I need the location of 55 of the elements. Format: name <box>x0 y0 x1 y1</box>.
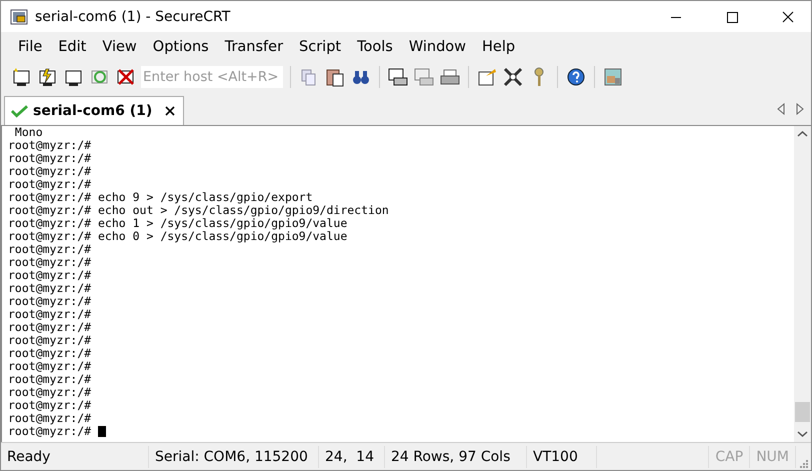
session-tab[interactable]: serial-com6 (1) <box>4 96 184 125</box>
scroll-left-icon[interactable] <box>777 103 785 115</box>
terminal-line: root@myzr:/# <box>8 425 92 438</box>
menu-item[interactable]: Window <box>400 38 474 54</box>
terminal-line: root@myzr:/# <box>8 321 92 334</box>
scroll-right-icon[interactable] <box>796 103 804 115</box>
terminal-line: root@myzr:/# <box>8 386 92 399</box>
menu-item[interactable]: File <box>10 38 50 54</box>
session-options-icon[interactable] <box>476 66 498 88</box>
terminal-line: root@myzr:/# <box>8 347 92 360</box>
terminal-line: root@myzr:/# <box>8 256 92 269</box>
terminal-line: root@myzr:/# <box>8 165 92 178</box>
terminal-line: root@myzr:/# <box>8 282 92 295</box>
terminal-line: root@myzr:/# echo 1 > /sys/class/gpio/gpio9/value <box>8 217 348 230</box>
terminal-line: root@myzr:/# <box>8 139 92 152</box>
status-field: Serial: COM6, 115200 <box>149 446 319 468</box>
terminal-line: root@myzr:/# <box>8 399 92 412</box>
menu-item[interactable]: Options <box>144 38 217 54</box>
tab-label: serial-com6 (1) <box>33 103 152 119</box>
terminal-line: root@myzr:/# <box>8 295 92 308</box>
menu-item[interactable]: Edit <box>50 38 94 54</box>
close-icon[interactable] <box>165 106 176 116</box>
terminal-line: root@myzr:/# echo 0 > /sys/class/gpio/gpio9/value <box>8 230 348 243</box>
terminal-line: root@myzr:/# <box>8 243 92 256</box>
terminal-line: root@myzr:/# <box>8 373 92 386</box>
menu-item[interactable]: Tools <box>349 38 401 54</box>
scroll-thumb[interactable] <box>795 402 810 422</box>
host-field[interactable]: Enter host <Alt+R> <box>141 66 283 88</box>
app-icon <box>10 8 28 24</box>
status-field: 24, 14 <box>319 446 385 468</box>
menu-item[interactable]: Script <box>291 38 350 54</box>
status-field: NUM <box>750 446 796 468</box>
menu-item[interactable]: View <box>94 38 145 54</box>
terminal-line: root@myzr:/# echo out > /sys/class/gpio/gpio9/direction <box>8 204 389 217</box>
map-icon[interactable] <box>602 66 624 88</box>
status-field: CAP <box>708 446 750 468</box>
status-field: VT100 <box>527 446 597 468</box>
terminal-line: root@myzr:/# <box>8 269 92 282</box>
menu-item[interactable]: Transfer <box>216 38 292 54</box>
terminal-line: Mono <box>14 126 43 139</box>
status-field: 24 Rows, 97 Cols <box>385 446 527 468</box>
terminal-line: root@myzr:/# <box>8 360 92 373</box>
terminal-line: root@myzr:/# <box>8 334 92 347</box>
menu-item[interactable]: Help <box>474 38 524 54</box>
terminal-line: root@myzr:/# <box>8 152 92 165</box>
terminal-line: root@myzr:/# <box>8 308 92 321</box>
terminal-line: root@myzr:/# echo 9 > /sys/class/gpio/export <box>8 191 313 204</box>
terminal-line: root@myzr:/# <box>8 412 92 425</box>
window-title: serial-com6 (1) - SecureCRT <box>35 8 230 24</box>
status-field: Ready <box>1 446 149 468</box>
vertical-scrollbar[interactable] <box>794 126 811 442</box>
print-screen-icon[interactable] <box>387 66 409 88</box>
terminal-line: root@myzr:/# <box>8 178 92 191</box>
resize-grip-icon[interactable] <box>798 458 808 468</box>
help-icon[interactable] <box>565 66 587 88</box>
